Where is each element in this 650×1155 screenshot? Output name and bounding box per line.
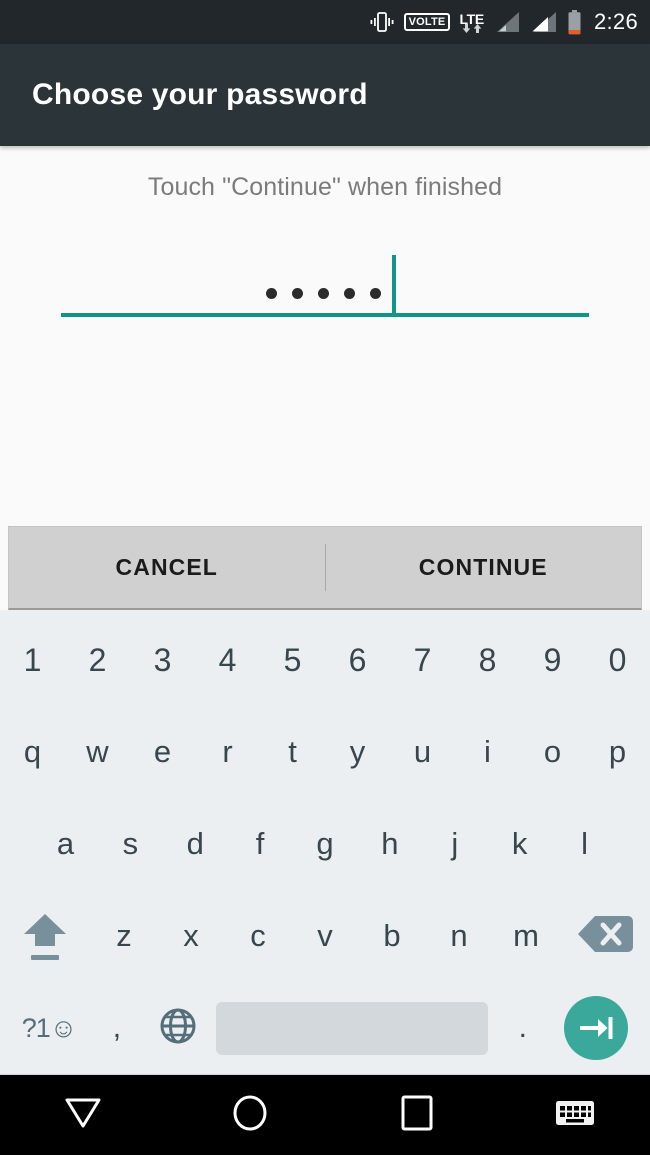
key-u[interactable]: u [390,734,455,770]
key-j[interactable]: j [422,826,487,862]
globe-icon [159,1007,197,1050]
hide-keyboard-button[interactable] [500,1098,650,1133]
password-masked-dots [61,265,589,305]
space-key[interactable] [210,1001,494,1055]
key-t[interactable]: t [260,734,325,770]
enter-key[interactable] [552,996,640,1060]
key-y[interactable]: y [325,734,390,770]
spacebar-surface [216,1001,488,1055]
key-i[interactable]: i [455,734,520,770]
key-q[interactable]: q [0,734,65,770]
recents-button[interactable] [333,1094,500,1137]
signal-1-icon [493,11,521,33]
status-bar: VOLTE LTE 2:26 [0,0,650,44]
backspace-icon [576,913,634,960]
key-7[interactable]: 7 [390,642,455,679]
key-f[interactable]: f [228,826,293,862]
home-button[interactable] [167,1094,334,1137]
key-g[interactable]: g [293,826,358,862]
key-k[interactable]: k [487,826,552,862]
backspace-key[interactable] [560,913,650,960]
password-dot [291,288,303,299]
language-switch-key[interactable] [146,1007,211,1050]
key-w[interactable]: w [65,734,130,770]
shift-key[interactable] [0,912,90,960]
key-5[interactable]: 5 [260,642,325,679]
key-x[interactable]: x [157,918,224,954]
app-header: Choose your password [0,44,650,146]
comma-key[interactable]: , [88,1011,146,1045]
key-e[interactable]: e [130,734,195,770]
password-dot [317,288,329,299]
password-dot [265,288,277,299]
keyboard-row-numbers: 1 2 3 4 5 6 7 8 9 0 [0,614,650,706]
keyboard-row-qwerty: q w e r t y u i o p [0,706,650,798]
keyboard-row-home: a s d f g h j k l [0,798,650,890]
volte-icon: VOLTE [403,13,451,31]
key-h[interactable]: h [357,826,422,862]
key-3[interactable]: 3 [130,642,195,679]
key-o[interactable]: o [520,734,585,770]
key-m[interactable]: m [493,918,560,954]
key-a[interactable]: a [33,826,98,862]
symbols-key[interactable]: ?1☺ [10,1013,88,1044]
key-l[interactable]: l [552,826,617,862]
key-s[interactable]: s [98,826,163,862]
key-c[interactable]: c [225,918,292,954]
key-b[interactable]: b [359,918,426,954]
battery-icon [567,9,582,35]
key-p[interactable]: p [585,734,650,770]
period-key[interactable]: . [494,1011,552,1045]
instruction-text: Touch "Continue" when finished [147,173,503,201]
shift-icon [22,912,68,960]
key-2[interactable]: 2 [65,642,130,679]
key-9[interactable]: 9 [520,642,585,679]
back-triangle-icon [63,1095,103,1136]
page-title: Choose your password [32,78,368,111]
hide-keyboard-icon [555,1098,595,1133]
cancel-button[interactable]: CANCEL [9,527,325,608]
recents-square-icon [400,1094,434,1137]
keyboard-row-zxcvbnm: z x c v b n m [0,890,650,982]
password-dot [369,288,381,299]
key-4[interactable]: 4 [195,642,260,679]
key-z[interactable]: z [90,918,157,954]
tab-next-icon [563,996,628,1060]
back-button[interactable] [0,1095,167,1136]
key-n[interactable]: n [426,918,493,954]
input-underline [61,313,589,317]
key-1[interactable]: 1 [0,642,65,679]
key-v[interactable]: v [292,918,359,954]
text-cursor [392,255,396,315]
action-bar: CANCEL CONTINUE [8,526,642,610]
key-r[interactable]: r [195,734,260,770]
key-6[interactable]: 6 [325,642,390,679]
soft-keyboard: 1 2 3 4 5 6 7 8 9 0 q w e r t y u i o p … [0,610,650,1075]
key-8[interactable]: 8 [455,642,520,679]
signal-2-icon [530,11,558,33]
main-content: Touch "Continue" when finished CANCEL CO… [0,146,650,610]
password-dot [343,288,355,299]
key-0[interactable]: 0 [585,642,650,679]
status-bar-clock: 2:26 [593,9,638,34]
keyboard-row-bottom: ?1☺ , . [0,982,650,1074]
password-input[interactable] [61,247,589,317]
key-d[interactable]: d [163,826,228,862]
navigation-bar [0,1075,650,1155]
phone-screen: VOLTE LTE 2:26 Choose your password Touc… [0,0,650,1155]
home-circle-icon [231,1094,269,1137]
vibrate-icon [369,11,395,33]
continue-button[interactable]: CONTINUE [326,527,642,608]
lte-icon: LTE [459,12,484,33]
